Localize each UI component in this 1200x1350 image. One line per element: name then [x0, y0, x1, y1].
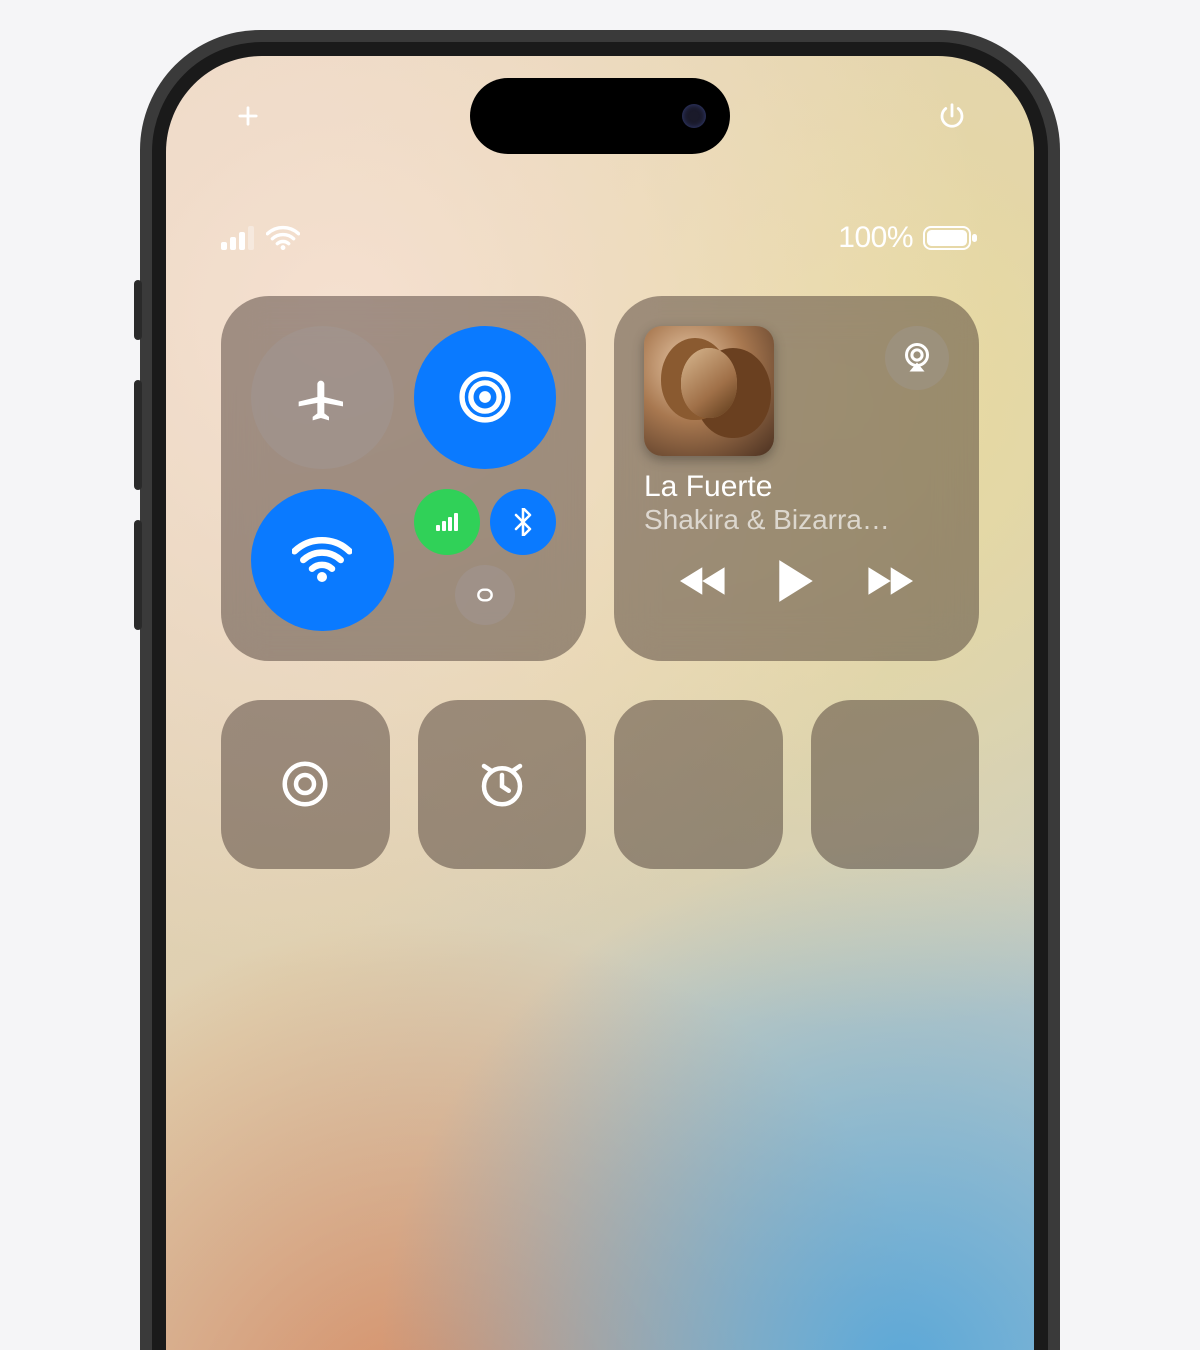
control-center-row-2 [221, 700, 979, 869]
volume-down-button [134, 520, 142, 630]
rewind-icon [680, 563, 728, 599]
album-art [644, 326, 774, 456]
play-button[interactable] [775, 558, 817, 609]
previous-track-button[interactable] [680, 563, 728, 604]
airplay-icon [899, 340, 935, 376]
alarm-clock-icon [475, 757, 529, 811]
control-tile-3[interactable] [614, 700, 783, 869]
personal-hotspot-button[interactable] [455, 565, 515, 625]
phone-bezel: 100% [152, 42, 1048, 1350]
cellular-bars-icon [436, 513, 458, 531]
connectivity-sub-cluster [414, 489, 557, 632]
phone-frame: 100% [140, 30, 1060, 1350]
power-button[interactable] [930, 94, 974, 138]
fast-forward-icon [865, 563, 913, 599]
now-playing-tile[interactable]: La Fuerte Shakira & Bizarra… [614, 296, 979, 661]
bluetooth-button[interactable] [490, 489, 556, 555]
control-center-top-bar [166, 94, 1034, 138]
power-icon [937, 101, 967, 131]
airdrop-button[interactable] [414, 326, 557, 469]
phone-screen: 100% [166, 56, 1034, 1350]
track-info: La Fuerte Shakira & Bizarra… [644, 470, 949, 536]
add-control-button[interactable] [226, 94, 270, 138]
cellular-data-button[interactable] [414, 489, 480, 555]
track-title: La Fuerte [644, 470, 949, 504]
volume-up-button [134, 380, 142, 490]
control-tile-4[interactable] [811, 700, 980, 869]
wifi-icon [266, 225, 300, 251]
wifi-button[interactable] [251, 489, 394, 632]
battery-percent: 100% [838, 221, 913, 255]
alarm-tile[interactable] [418, 700, 587, 869]
next-track-button[interactable] [865, 563, 913, 604]
wifi-icon [292, 536, 352, 584]
accessibility-ring-icon [278, 757, 332, 811]
airplane-mode-button[interactable] [251, 326, 394, 469]
accessibility-tile[interactable] [221, 700, 390, 869]
airdrop-icon [453, 365, 517, 429]
battery-icon [923, 225, 979, 251]
media-transport [644, 558, 949, 609]
bluetooth-icon [513, 508, 533, 536]
track-artist: Shakira & Bizarra… [644, 504, 949, 536]
connectivity-tile[interactable] [221, 296, 586, 661]
cellular-signal-icon [221, 226, 254, 250]
airplay-button[interactable] [885, 326, 949, 390]
control-center-grid: La Fuerte Shakira & Bizarra… [221, 296, 979, 661]
play-icon [775, 558, 817, 604]
plus-icon [234, 102, 262, 130]
airplane-icon [294, 369, 350, 425]
status-bar: 100% [166, 221, 1034, 255]
mute-switch [134, 280, 142, 340]
link-icon [469, 585, 501, 605]
